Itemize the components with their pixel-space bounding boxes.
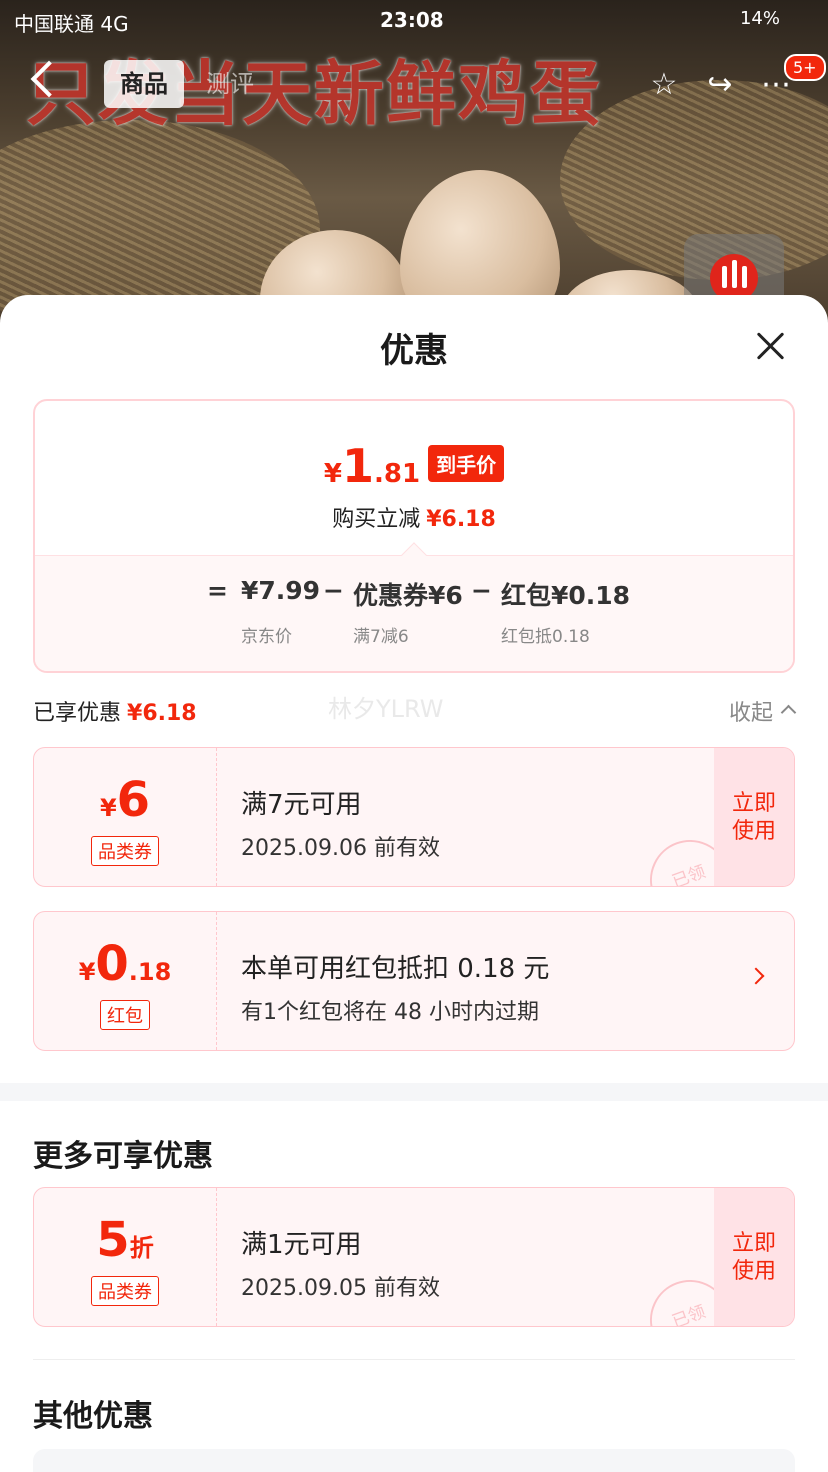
redpacket-deduction-label: 红包抵0.18 [501, 627, 590, 647]
price-decimal: .81 [374, 459, 421, 489]
redpacket-deduction: 红包¥0.18 [501, 581, 631, 610]
other-discounts-panel [33, 1449, 795, 1472]
redpacket-amount: 0 [95, 936, 129, 992]
redpacket-card[interactable]: ¥0.18 红包 本单可用红包抵扣 0.18 元 有1个红包将在 48 小时内过… [33, 911, 795, 1051]
reduction-value: ¥6.18 [426, 507, 496, 532]
base-price: ¥7.99 [241, 576, 321, 605]
coupon-unit: 折 [129, 1234, 154, 1262]
final-price-card: ¥1.81 到手价 购买立减 ¥6.18 = ¥7.99 − 优惠券¥6 − 红包¥… [33, 399, 795, 673]
price-integer: 1 [342, 439, 375, 493]
chevron-up-icon [780, 704, 797, 721]
equals-sign: = [207, 576, 228, 605]
enjoyed-value: ¥6.18 [127, 701, 197, 726]
use-now-button[interactable]: 立即 使用 [714, 1188, 794, 1326]
redpacket-expiry-note: 有1个红包将在 48 小时内过期 [241, 1000, 539, 1025]
enjoyed-discount: 已享优惠 ¥6.18 [33, 695, 197, 727]
status-bar: 中国联通 4G 23:08 14% [0, 6, 828, 36]
base-price-label: 京东价 [241, 627, 292, 647]
coupon-deduction-label: 满7减6 [353, 627, 409, 647]
use-now-button[interactable]: 立即 使用 [714, 748, 794, 886]
coupon-condition: 满1元可用 [241, 1230, 362, 1260]
battery-label: 14% [739, 8, 780, 29]
back-icon[interactable] [30, 60, 68, 98]
section-divider [0, 1083, 828, 1101]
tab-product[interactable]: 商品 [104, 60, 184, 108]
minus-sign: − [471, 576, 492, 605]
instant-reduction: 购买立减 ¥6.18 [35, 501, 793, 533]
more-discounts-title: 更多可享优惠 [33, 1139, 213, 1174]
carrier-label: 中国联通 4G [14, 12, 129, 36]
use-now-label: 立即 使用 [731, 791, 776, 844]
coupon-condition: 满7元可用 [241, 790, 362, 820]
currency-symbol: ¥ [323, 459, 342, 489]
message-badge: 5+ [784, 54, 826, 81]
redpacket-value: ¥0.18 红包 [34, 912, 216, 1050]
coupon-value: ¥6 品类券 [34, 748, 216, 886]
coupon-value: 5折 品类券 [34, 1188, 216, 1326]
clock: 23:08 [380, 8, 444, 32]
collapse-label: 收起 [728, 701, 773, 726]
collapse-button[interactable]: 收起 [728, 695, 797, 727]
final-price: ¥1.81 到手价 [35, 439, 793, 493]
minus-sign: − [323, 576, 344, 605]
coupon-expiry: 2025.09.06 前有效 [241, 836, 440, 861]
chevron-right-icon [747, 967, 765, 985]
coupon-currency: ¥ [99, 794, 117, 822]
sheet-title: 优惠 [380, 331, 448, 371]
close-icon[interactable] [756, 331, 786, 361]
coupon-deduction: 优惠券¥6 [353, 581, 463, 610]
divider-line [33, 1359, 795, 1360]
use-now-label: 立即 使用 [731, 1231, 776, 1284]
coupon-card: 5折 品类券 满1元可用 2025.09.05 前有效 已领 立即 使用 [33, 1187, 795, 1327]
watermark: 林夕YLRW [328, 695, 444, 723]
other-discounts-title: 其他优惠 [33, 1399, 153, 1434]
final-price-tag: 到手价 [428, 445, 505, 482]
coupon-kind-badge: 品类券 [91, 1276, 159, 1306]
tab-review[interactable]: 测评 [190, 60, 270, 108]
coupon-expiry: 2025.09.05 前有效 [241, 1276, 440, 1301]
redpacket-description: 本单可用红包抵扣 0.18 元 [241, 954, 550, 984]
redpacket-decimal: .18 [128, 958, 172, 986]
discount-sheet: 优惠 ¥1.81 到手价 购买立减 ¥6.18 = ¥7.99 − 优惠券¥6 − … [0, 295, 828, 1472]
coupon-kind-badge: 品类券 [91, 836, 159, 866]
price-breakdown: = ¥7.99 − 优惠券¥6 − 红包¥0.18 京东价 满7减6 红包抵0.… [35, 542, 793, 671]
coupon-amount: 5 [96, 1212, 130, 1268]
enjoyed-label: 已享优惠 [33, 701, 122, 726]
top-navigation: 商品 测评 ☆ ↪ ⋯ 5+ [0, 54, 828, 112]
share-icon[interactable]: ↪ [700, 64, 740, 104]
coupon-card: ¥6 品类券 满7元可用 2025.09.06 前有效 已领 立即 使用 [33, 747, 795, 887]
star-icon[interactable]: ☆ [644, 64, 684, 104]
reduction-label: 购买立减 [332, 507, 421, 532]
redpacket-currency: ¥ [78, 958, 96, 986]
redpacket-kind-badge: 红包 [100, 1000, 150, 1030]
coupon-amount: 6 [116, 772, 151, 828]
